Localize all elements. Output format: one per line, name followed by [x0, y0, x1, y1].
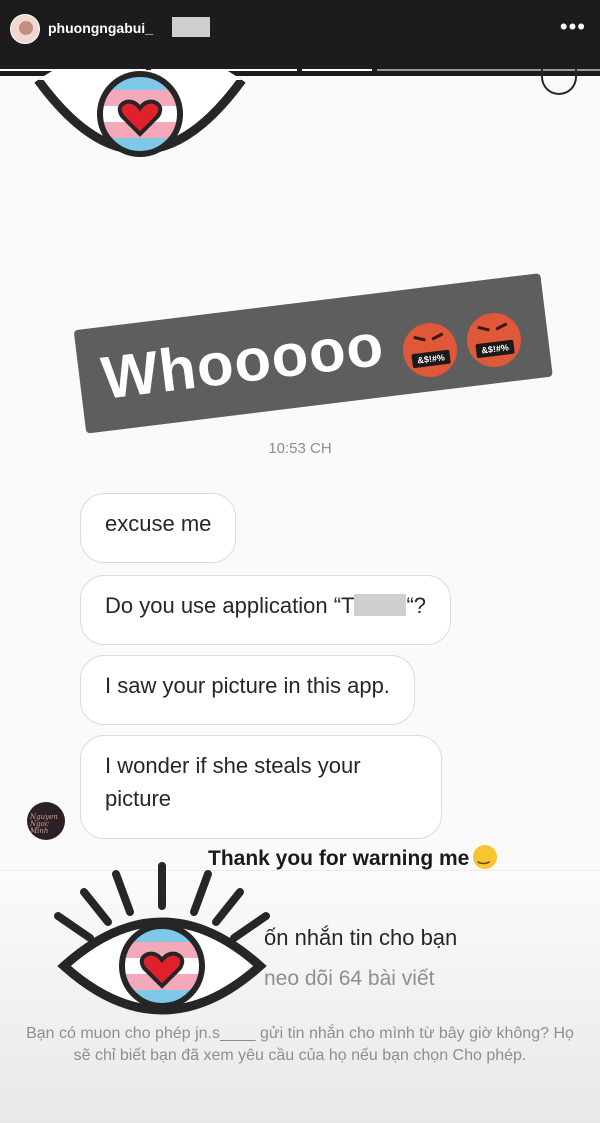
message-text: excuse me: [105, 511, 212, 536]
message-text: “?: [406, 593, 427, 618]
message-bubble[interactable]: I wonder if she steals your picture: [80, 735, 442, 839]
request-subtitle: neo dõi 64 bài viết: [264, 967, 435, 990]
eye-sticker-icon: [34, 70, 246, 157]
smile-emoji-icon: [473, 845, 498, 869]
story-progress-segment: [302, 69, 372, 71]
request-description: Bạn có muon cho phép jn.s____ gửi tin nh…: [26, 1025, 574, 1064]
story-username[interactable]: phuongngabui_: [48, 20, 153, 36]
app-name-blur-mask: [354, 594, 407, 616]
message-bubble[interactable]: Do you use application “T “?: [80, 575, 452, 645]
request-title: ốn nhắn tin cho bạn: [264, 925, 458, 950]
message-text: I wonder if she steals your picture: [105, 753, 361, 811]
message-bubble[interactable]: excuse me: [80, 493, 237, 563]
message-text: Do you use application “T: [105, 593, 355, 618]
message-timestamp: 10:53 CH: [268, 440, 332, 457]
username-blur-mask: [172, 17, 210, 37]
eye-sticker-icon: [54, 862, 270, 1015]
sender-avatar[interactable]: Nguyen Ngoc Minh: [27, 802, 65, 840]
more-icon[interactable]: •••: [560, 16, 586, 38]
sender-avatar-text: Nguyen Ngoc Minh: [30, 813, 58, 835]
story-header: phuongngabui_ •••: [0, 0, 600, 66]
message-bubble[interactable]: I saw your picture in this app.: [80, 655, 415, 725]
profile-avatar[interactable]: [10, 14, 40, 44]
message-text: I saw your picture in this app.: [105, 673, 390, 698]
